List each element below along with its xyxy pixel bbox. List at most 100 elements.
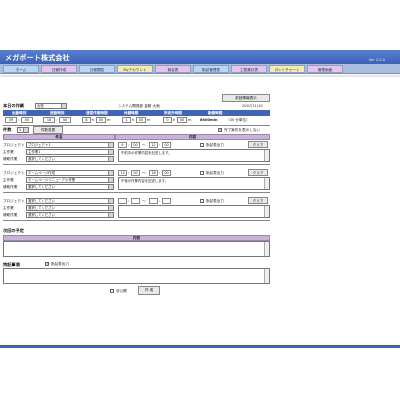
nav-tab[interactable]: 工数集計表 <box>231 65 267 73</box>
nav-tab[interactable]: 日報閲覧 <box>79 65 115 73</box>
entry-clear-button[interactable]: クリア <box>248 169 268 176</box>
entry-select[interactable]: ホームページ作成 <box>26 170 114 176</box>
entry-select[interactable]: ホームページリニューアル作業 <box>26 177 114 183</box>
nav-tab[interactable]: 勤怠管理表 <box>193 65 229 73</box>
dept-user: システム開発部 金敷 大面 <box>118 104 160 108</box>
colon: : <box>128 171 130 175</box>
entry-content-textarea[interactable]: 午後の作業内容を記述します。 <box>118 177 270 190</box>
time-header-break: 休憩時間 <box>124 110 139 115</box>
break-minute-input[interactable]: 00 <box>136 117 146 123</box>
column-header-title: 件名 <box>3 134 115 140</box>
create-button[interactable]: 作 成 <box>138 286 160 295</box>
scrollbar[interactable] <box>264 242 269 256</box>
entry-start-minute[interactable] <box>131 198 140 204</box>
notes-textarea[interactable] <box>3 268 270 284</box>
prev-report-button[interactable]: 前回情報表示 <box>222 94 270 102</box>
nav-bar: ホーム 日報作成 日報閲覧 Myアカウント 勤怠表 勤怠管理表 工数集計表 ガントチャート 管理… <box>0 64 400 74</box>
range-separator: 〜 <box>142 171 146 175</box>
entry-clear-button[interactable]: クリア <box>248 141 268 148</box>
scrollbar[interactable] <box>264 150 269 161</box>
time-header-out: 退勤時刻 <box>50 110 65 115</box>
item-count-select[interactable]: 3 <box>17 127 29 133</box>
entry-print-label: 勤怠表出力 <box>206 199 224 203</box>
divider <box>3 164 270 165</box>
notes-print-checkbox[interactable] <box>45 262 49 266</box>
overtime-hour-input[interactable]: 0 <box>163 117 172 123</box>
in-minute-input[interactable]: 00 <box>21 117 33 123</box>
report-date: 2007/11/10 <box>242 104 263 108</box>
entry-start-hour[interactable]: 9 <box>118 142 127 148</box>
in-hour-input[interactable]: 09 <box>5 117 17 123</box>
entry-select[interactable]: 選択してください <box>26 184 114 190</box>
entry-content-text: 午後の作業内容を記述します。 <box>121 179 169 183</box>
divider <box>3 192 270 193</box>
scrollbar[interactable] <box>264 206 269 217</box>
entry-end-minute[interactable]: 00 <box>162 142 171 148</box>
entry-print-checkbox[interactable] <box>200 143 204 147</box>
entry-select[interactable]: 選択してください <box>26 156 114 162</box>
app-header: メガポート株式会社 Ver 2.0.0 <box>0 50 400 64</box>
notes-print-label: 勤怠表出力 <box>51 262 69 266</box>
work-minute-input[interactable]: 00 <box>96 117 106 123</box>
entry-end-hour[interactable]: 12 <box>149 142 158 148</box>
entry-clear-button[interactable]: クリア <box>248 197 268 204</box>
nav-tab[interactable]: ガントチャート <box>269 65 305 73</box>
out-hour-input[interactable]: 18 <box>43 117 55 123</box>
hide-completed-checkbox[interactable] <box>218 128 222 132</box>
entry-end-hour[interactable] <box>149 198 158 204</box>
nav-tab[interactable]: 日報作成 <box>41 65 77 73</box>
footer-bar <box>0 345 400 348</box>
nav-tab[interactable]: 管理画面 <box>307 65 343 73</box>
entry-select[interactable]: プロジェクト1 <box>26 142 114 148</box>
range-separator: 〜 <box>142 143 146 147</box>
time-header-in: 出勤時刻 <box>12 110 27 115</box>
entry-print-label: 勤怠表出力 <box>206 171 224 175</box>
colon: : <box>128 143 130 147</box>
entry-end-hour[interactable]: 18 <box>149 170 158 176</box>
entry-content-textarea[interactable] <box>118 205 270 218</box>
entry-row-label: プロジェクト <box>3 143 25 147</box>
next-schedule-textarea[interactable] <box>3 241 270 257</box>
nav-tab[interactable]: Myアカウント <box>117 65 153 73</box>
entry-select[interactable]: 選択してください <box>26 212 114 218</box>
nav-tab[interactable]: 勤怠表 <box>155 65 191 73</box>
divider <box>3 220 270 221</box>
entry-start-minute[interactable]: 00 <box>131 170 140 176</box>
version-label: Ver 2.0.0 <box>368 58 385 62</box>
scrollbar[interactable] <box>264 269 269 283</box>
colon: : <box>56 118 58 122</box>
work-hour-input[interactable]: 8 <box>82 117 91 123</box>
entry-row-label: プロジェクト <box>3 171 25 175</box>
entry-end-minute[interactable]: 00 <box>162 170 171 176</box>
entry-row-label: 補助作業 <box>3 185 18 189</box>
entry-print-checkbox[interactable] <box>200 199 204 203</box>
out-minute-input[interactable]: 00 <box>59 117 71 123</box>
column-header-content: 内容 <box>115 134 270 140</box>
work-type-select[interactable]: 出勤 <box>35 103 67 109</box>
entry-select[interactable]: 選択してください <box>26 205 114 211</box>
item-count-change-button[interactable]: 件数変更 <box>33 126 63 134</box>
entry-end-minute[interactable] <box>162 198 171 204</box>
entry-select[interactable]: 選択してください <box>26 198 114 204</box>
hide-completed-label: 完了案件を表示しない <box>224 128 260 132</box>
company-name: メガポート株式会社 <box>5 54 70 62</box>
entry-row-label: 補助作業 <box>3 157 18 161</box>
item-count-label: 件数 <box>3 127 12 132</box>
time-header-total: 勤務時間 <box>208 110 223 115</box>
nav-tab[interactable]: ホーム <box>3 65 39 73</box>
break-hour-input[interactable]: 1 <box>122 117 131 123</box>
entry-select[interactable]: 主作業1 <box>26 149 114 155</box>
total-unit-note: （30 分単位） <box>226 118 250 122</box>
colon: : <box>159 199 161 203</box>
entry-content-textarea[interactable]: 午前中の作業内容を記述します。 <box>118 149 270 162</box>
entry-row-label: 主作業 <box>3 178 14 182</box>
overtime-minute-input[interactable]: 00 <box>177 117 187 123</box>
entry-start-minute[interactable]: 00 <box>131 142 140 148</box>
scrollbar[interactable] <box>264 178 269 189</box>
entry-start-hour[interactable] <box>118 198 127 204</box>
private-checkbox[interactable] <box>110 289 114 293</box>
entry-start-hour[interactable]: 13 <box>118 170 127 176</box>
range-separator: 〜 <box>142 199 146 203</box>
colon: : <box>159 143 161 147</box>
entry-print-checkbox[interactable] <box>200 171 204 175</box>
